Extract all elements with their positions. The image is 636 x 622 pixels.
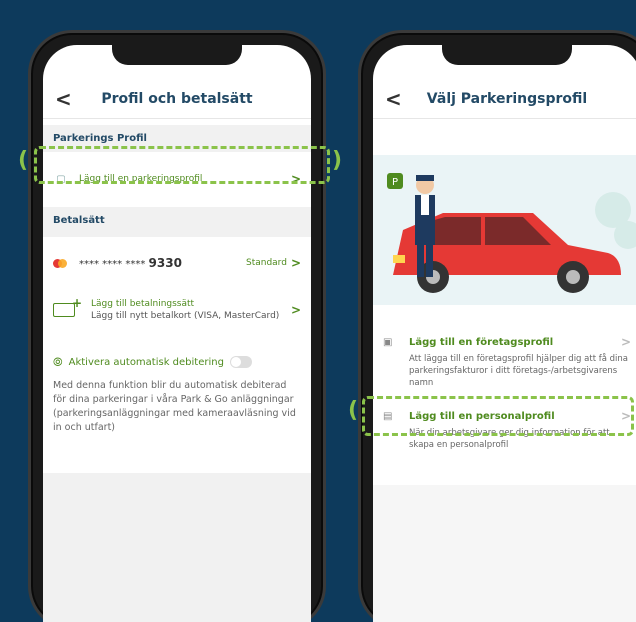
phone-notch [112,43,242,65]
phone-notch [442,43,572,65]
company-profile-description: Att lägga till en företagsprofil hjälper… [409,354,628,388]
card-last-digits: 9330 [148,256,182,270]
header: < Profil och betalsätt [43,79,311,119]
phone-right: < Välj Parkeringsprofil P ▣ Lägg till en… [358,30,636,622]
add-payment-text: Lägg till betalningssätt Lägg till nytt … [91,299,291,321]
page-title: Profil och betalsätt [101,90,253,107]
autopay-label: Aktivera automatisk debitering [68,356,224,368]
back-chevron-icon[interactable]: < [55,87,72,111]
highlight-bracket-left: ( [348,398,359,423]
mastercard-icon [53,258,67,268]
page-title: Välj Parkeringsprofil [426,90,588,107]
company-icon: ▣ [383,336,393,348]
header: < Välj Parkeringsprofil [373,79,636,119]
car-illustration: P [373,155,636,305]
autopay-toggle[interactable] [229,356,252,368]
empty-area [373,485,636,622]
chevron-right-icon: > [290,303,301,317]
autopay-row: ⦾ Aktivera automatisk debitering [43,351,311,373]
add-payment-method-row[interactable]: + Lägg till betalningssätt Lägg till nyt… [43,289,311,331]
company-profile-item[interactable]: ▣ Lägg till en företagsprofil > Att lägg… [373,335,636,389]
add-payment-subtitle: Lägg till nytt betalkort (VISA, MasterCa… [91,311,280,321]
highlight-bracket-right: ) [332,148,343,173]
autopay-icon: ⦾ [53,354,63,369]
card-number: **** **** **** 9330 [79,256,246,270]
back-chevron-icon[interactable]: < [385,87,402,111]
payment-section-label: Betalsätt [43,207,311,237]
autopay-description: Med denna funktion blir du automatisk de… [53,380,296,433]
add-card-icon: + [53,296,82,317]
profile-payment-screen: < Profil och betalsätt Parkerings Profil… [43,45,311,622]
highlight-bracket-left: ( [18,148,29,173]
choose-parking-profile-screen: < Välj Parkeringsprofil P ▣ Lägg till en… [373,45,636,622]
company-profile-label: Lägg till en företagsprofil [409,336,554,348]
hero-illustration: P [373,155,636,305]
saved-card-row[interactable]: **** **** **** 9330 Standard > [43,245,311,281]
phone-left: < Profil och betalsätt Parkerings Profil… [28,30,326,622]
chevron-right-icon: > [620,335,631,349]
card-default-label: Standard [245,258,287,268]
empty-area [43,473,311,622]
highlight-add-personal-profile [362,396,634,436]
company-profile-head: ▣ Lägg till en företagsprofil > [383,335,631,349]
chevron-right-icon: > [290,256,301,270]
add-payment-title: Lägg till betalningssätt [91,299,195,309]
svg-text:P: P [392,177,398,188]
highlight-add-parking-profile [34,146,330,184]
card-mask: **** **** **** [79,259,146,270]
